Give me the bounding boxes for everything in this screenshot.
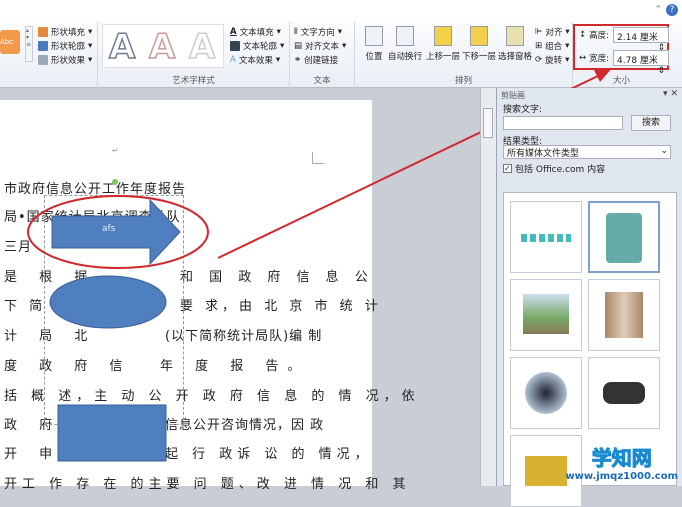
clipart-item-person[interactable] [588, 201, 660, 273]
vertical-scrollbar[interactable] [480, 88, 496, 486]
include-office-checkbox[interactable]: ✓ 包括 Office.com 内容 [503, 162, 605, 175]
watermark-logo: 学知网 www.jmqz1000.com [565, 446, 678, 483]
pane-menu-icon[interactable]: ▾ [663, 89, 668, 99]
pane-controls: ▾ ✕ [663, 89, 678, 99]
results-type-select[interactable]: 所有媒体文件类型 ⌄ [503, 145, 671, 159]
pane-title: 剪贴画 [501, 91, 525, 100]
clipart-item-beads[interactable] [510, 201, 582, 273]
clipart-item-cow[interactable] [588, 357, 660, 429]
search-label: 搜索文字: [503, 105, 543, 115]
search-input[interactable] [503, 116, 623, 130]
close-icon[interactable]: ✕ [670, 89, 678, 99]
clipart-item-room[interactable] [588, 279, 660, 351]
chevron-down-icon: ⌄ [660, 146, 668, 156]
clipart-item-splash[interactable] [510, 357, 582, 429]
checkbox-icon: ✓ [503, 164, 512, 173]
search-button[interactable]: 搜索 [631, 115, 671, 131]
clipart-item-garden[interactable] [510, 279, 582, 351]
clipart-pane: 剪贴画 ▾ ✕ 搜索文字: 搜索 结果类型: 所有媒体文件类型 ⌄ ✓ 包括 Off… [496, 88, 682, 507]
scrollbar-thumb[interactable] [483, 108, 493, 138]
